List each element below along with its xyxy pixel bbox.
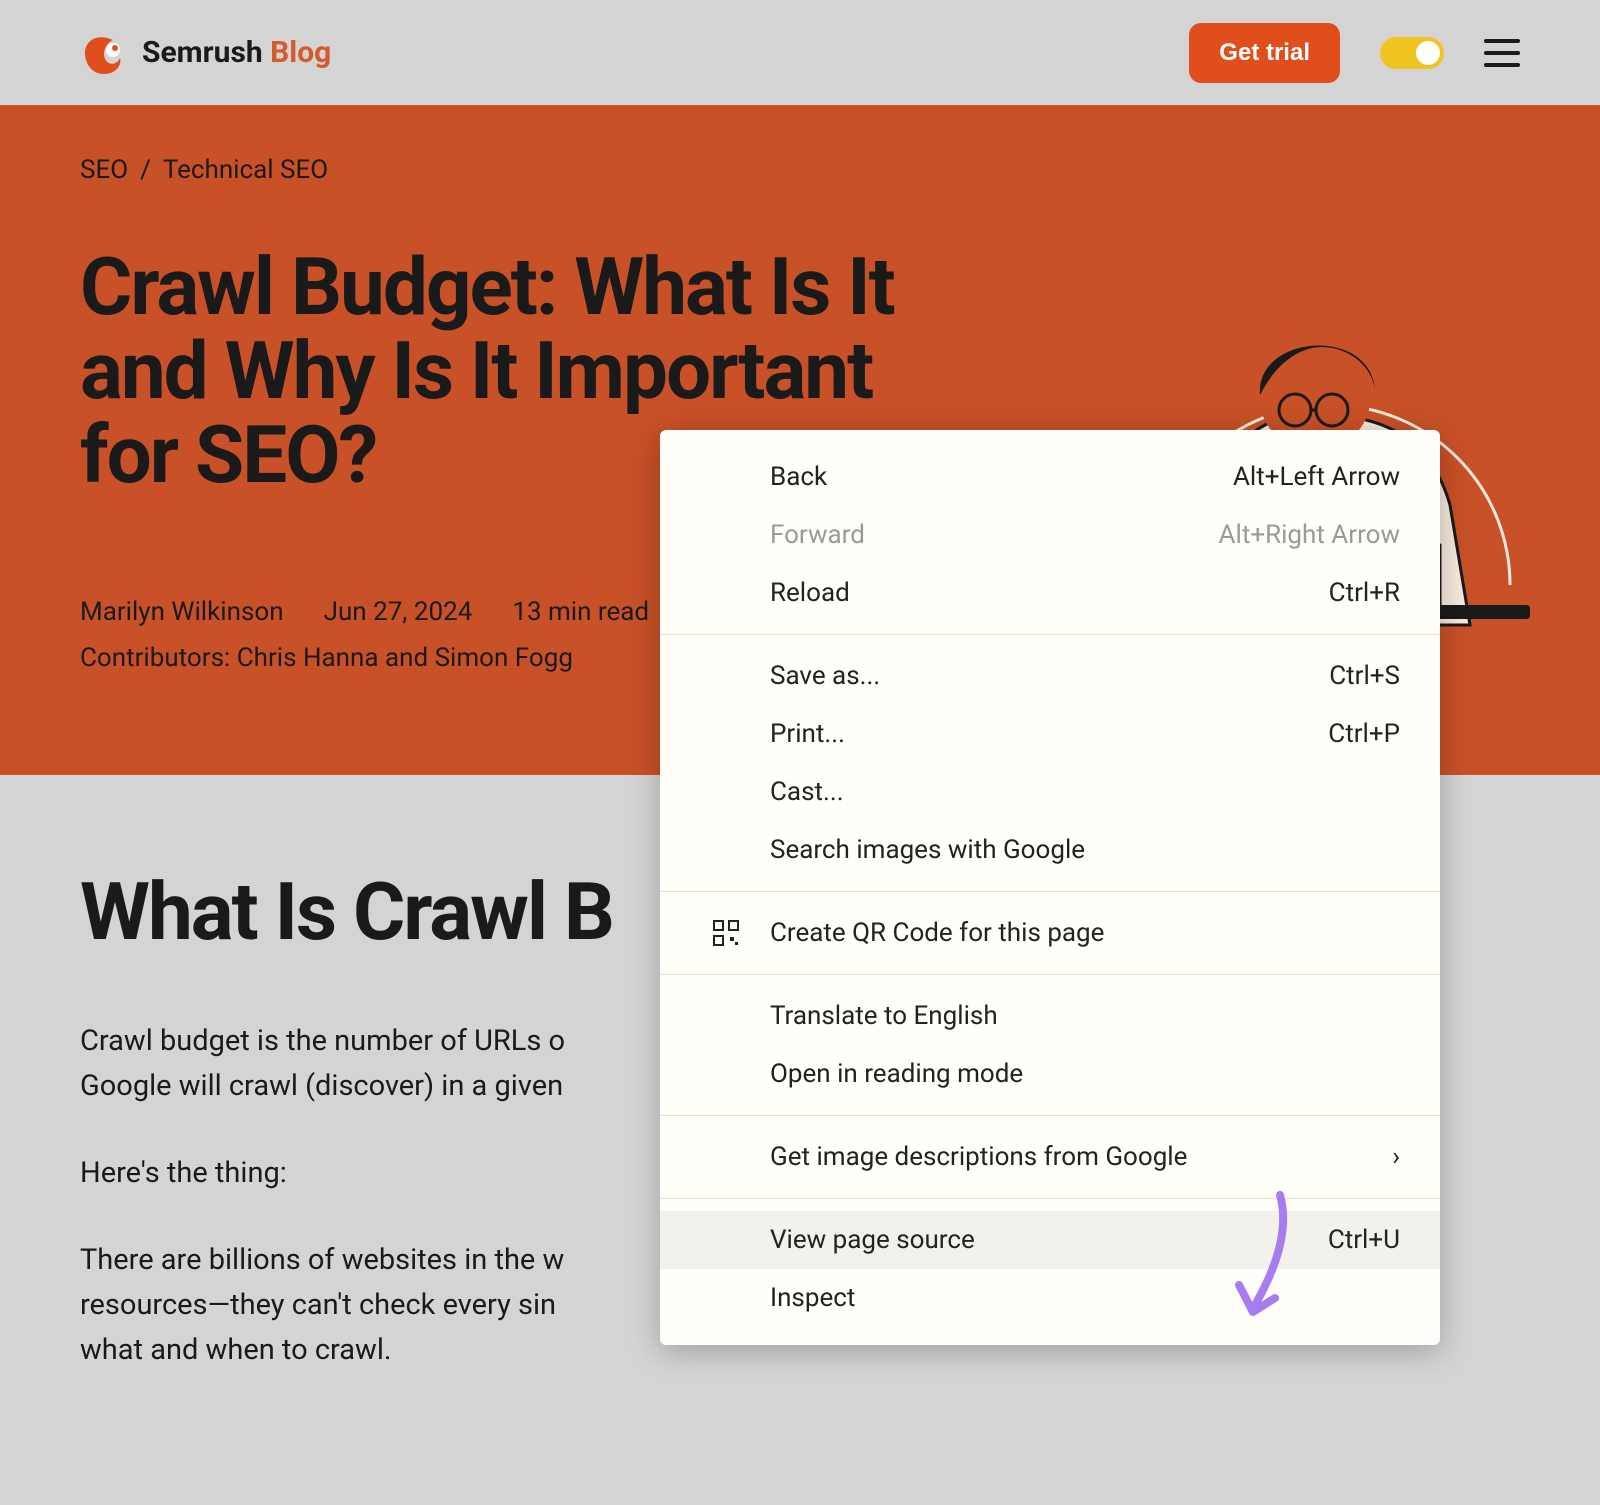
menu-label: Save as... [770,661,880,691]
menu-label: Create QR Code for this page [770,918,1104,948]
menu-divider [660,974,1440,975]
menu-forward: Forward Alt+Right Arrow [660,506,1440,564]
menu-label: Forward [770,520,865,550]
menu-divider [660,634,1440,635]
menu-shortcut: Alt+Right Arrow [1219,520,1400,550]
breadcrumb-separator: / [140,155,151,185]
menu-label: View page source [770,1225,975,1255]
chevron-right-icon: › [1392,1142,1400,1172]
menu-divider [660,1198,1440,1199]
menu-label: Open in reading mode [770,1059,1023,1089]
menu-cast[interactable]: Cast... [660,763,1440,821]
menu-reload[interactable]: Reload Ctrl+R [660,564,1440,622]
article-date: Jun 27, 2024 [324,597,473,627]
toggle-knob [1416,41,1440,65]
header-actions: Get trial [1189,23,1520,83]
breadcrumb: SEO / Technical SEO [80,155,1520,185]
menu-label: Translate to English [770,1001,998,1031]
menu-print[interactable]: Print... Ctrl+P [660,705,1440,763]
breadcrumb-link-technical-seo[interactable]: Technical SEO [163,155,328,185]
menu-image-descriptions[interactable]: Get image descriptions from Google › [660,1128,1440,1186]
menu-label: Cast... [770,777,844,807]
menu-view-source[interactable]: View page source Ctrl+U [660,1211,1440,1269]
menu-icon[interactable] [1484,39,1520,67]
menu-qr-code[interactable]: Create QR Code for this page [660,904,1440,962]
theme-toggle[interactable] [1380,37,1444,69]
qr-code-icon [710,917,742,949]
menu-back[interactable]: Back Alt+Left Arrow [660,448,1440,506]
menu-shortcut: Ctrl+U [1328,1225,1400,1255]
breadcrumb-link-seo[interactable]: SEO [80,155,128,185]
menu-label: Back [770,462,827,492]
menu-save-as[interactable]: Save as... Ctrl+S [660,647,1440,705]
menu-shortcut: Alt+Left Arrow [1233,462,1400,492]
menu-shortcut: Ctrl+R [1329,578,1400,608]
flame-icon [80,30,126,76]
menu-reading-mode[interactable]: Open in reading mode [660,1045,1440,1103]
menu-label: Get image descriptions from Google [770,1142,1187,1172]
menu-label: Print... [770,719,845,749]
menu-inspect[interactable]: Inspect [660,1269,1440,1327]
header-bar: Semrush Blog Get trial [0,0,1600,105]
brand-logo[interactable]: Semrush Blog [80,30,331,76]
menu-shortcut: Ctrl+P [1328,719,1400,749]
menu-label: Reload [770,578,850,608]
menu-divider [660,1115,1440,1116]
article-author: Marilyn Wilkinson [80,597,284,627]
get-trial-button[interactable]: Get trial [1189,23,1340,83]
menu-translate[interactable]: Translate to English [660,987,1440,1045]
menu-search-images[interactable]: Search images with Google [660,821,1440,879]
menu-shortcut: Ctrl+S [1329,661,1400,691]
context-menu: Back Alt+Left Arrow Forward Alt+Right Ar… [660,430,1440,1345]
menu-divider [660,891,1440,892]
brand-text: Semrush Blog [142,35,331,70]
menu-label: Search images with Google [770,835,1085,865]
article-readtime: 13 min read [512,597,649,627]
menu-label: Inspect [770,1283,855,1313]
